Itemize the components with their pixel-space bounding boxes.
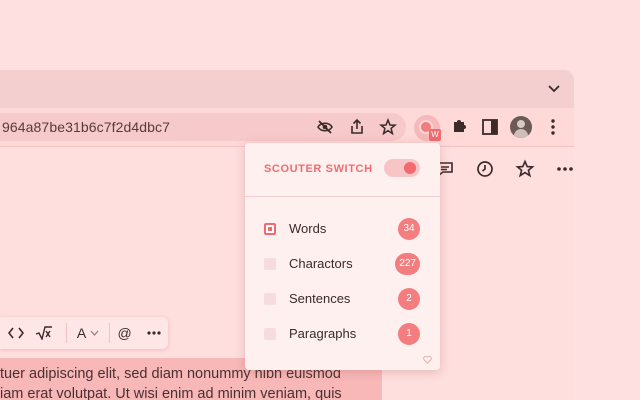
history-clock-icon[interactable] <box>474 158 496 180</box>
font-color-label: A <box>76 325 87 341</box>
sentences-checkbox[interactable] <box>264 293 276 305</box>
chevron-down-icon <box>90 330 99 336</box>
heart-icon[interactable] <box>423 355 432 364</box>
charactors-checkbox[interactable] <box>264 258 276 270</box>
profile-avatar[interactable] <box>510 116 532 138</box>
toggle-knob <box>404 162 416 174</box>
code-icon[interactable] <box>0 317 33 349</box>
more-options-icon[interactable] <box>554 158 574 180</box>
stat-row-sentences[interactable]: Sentences 2 <box>245 287 440 311</box>
stat-row-words[interactable]: Words 34 <box>245 217 440 241</box>
tab-strip <box>0 70 574 108</box>
more-format-icon[interactable] <box>139 317 168 349</box>
stat-row-paragraphs[interactable]: Paragraphs 1 <box>245 322 440 346</box>
address-bar[interactable]: 964a87be31b6c7f2d4dbc7 <box>0 113 406 141</box>
browser-menu-icon[interactable] <box>542 116 564 138</box>
extensions-puzzle-icon[interactable] <box>448 116 470 138</box>
stat-count-badge: 227 <box>395 253 420 275</box>
side-panel-icon[interactable] <box>479 116 501 138</box>
bookmark-star-icon[interactable] <box>379 118 397 136</box>
scouter-switch-toggle[interactable] <box>384 159 420 177</box>
scouter-extension-button[interactable]: W <box>414 115 441 141</box>
font-color-dropdown[interactable]: A <box>67 317 109 349</box>
share-icon[interactable] <box>348 118 366 136</box>
stat-label: Paragraphs <box>289 326 357 341</box>
math-sqrt-icon[interactable] <box>33 317 56 349</box>
extension-badge: W <box>429 129 441 141</box>
stat-row-charactors[interactable]: Charactors 227 <box>245 252 440 276</box>
stat-label: Sentences <box>289 291 351 306</box>
document-tools <box>434 158 574 180</box>
browser-toolbar: 964a87be31b6c7f2d4dbc7 W <box>0 108 574 146</box>
stat-label: Charactors <box>289 256 353 271</box>
body-line: iam erat volutpat. Ut wisi enim ad minim… <box>0 386 342 400</box>
tab-search-chevron-icon[interactable] <box>546 80 562 96</box>
format-toolbar: A @ <box>0 317 168 349</box>
stat-count-badge: 2 <box>398 288 420 310</box>
eye-slash-icon[interactable] <box>316 118 334 136</box>
favorite-star-icon[interactable] <box>514 158 536 180</box>
scouter-switch-label: SCOUTER SWITCH <box>264 163 373 175</box>
popup-header: SCOUTER SWITCH <box>245 143 440 197</box>
stat-count-badge: 1 <box>398 323 420 345</box>
stat-label: Words <box>289 221 327 236</box>
paragraphs-checkbox[interactable] <box>264 328 276 340</box>
words-checkbox[interactable] <box>264 223 276 235</box>
address-url[interactable]: 964a87be31b6c7f2d4dbc7 <box>2 119 170 135</box>
mention-button[interactable]: @ <box>110 317 139 349</box>
stat-count-badge: 34 <box>398 218 420 240</box>
scouter-popup: SCOUTER SWITCH Words 34 Charactors 227 S… <box>245 143 440 370</box>
